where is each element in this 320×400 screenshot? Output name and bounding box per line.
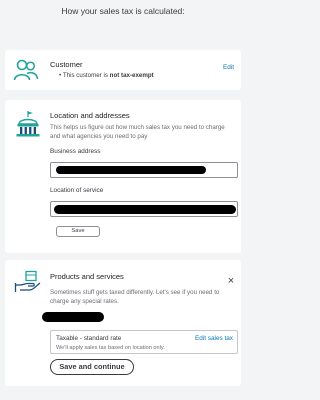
products-heading: Products and services <box>50 272 124 281</box>
page-title: How your sales tax is calculated: <box>61 6 185 16</box>
service-location-field[interactable] <box>50 201 238 217</box>
government-building-icon <box>16 111 40 137</box>
customer-status-prefix: This customer is <box>62 72 108 79</box>
rate-note: We'll apply sales tax based on location … <box>56 345 165 351</box>
products-card: Products and services × Sometimes stuff … <box>5 260 241 386</box>
people-icon <box>13 59 39 81</box>
package-hand-icon <box>14 270 41 292</box>
location-card: Location and addresses This helps us fig… <box>5 100 241 253</box>
edit-sales-tax-link[interactable]: Edit sales tax <box>195 335 233 342</box>
rate-title: Taxable - standard rate <box>56 335 122 342</box>
customer-heading: Customer <box>50 60 83 69</box>
redacted-business-address <box>56 166 206 174</box>
location-heading: Location and addresses <box>50 111 130 120</box>
sales-tax-panel: How your sales tax is calculated: Custom… <box>0 0 246 400</box>
customer-exempt-status: • This customer is not tax-exempt <box>59 72 154 79</box>
products-description: Sometimes stuff gets taxed differently. … <box>50 289 220 305</box>
customer-card: Customer • This customer is not tax-exem… <box>5 50 241 90</box>
redacted-product-name <box>42 312 104 322</box>
customer-status-value: not tax-exempt <box>109 72 154 79</box>
business-address-field[interactable] <box>50 162 238 178</box>
redacted-service-location <box>54 205 236 214</box>
service-location-label: Location of service <box>50 187 104 194</box>
tax-rate-box: Taxable - standard rate We'll apply sale… <box>50 330 238 354</box>
location-description: This helps us figure out how much sales … <box>50 124 225 140</box>
business-address-label: Business address <box>50 148 101 155</box>
close-icon[interactable]: × <box>226 276 236 287</box>
customer-edit-link[interactable]: Edit <box>223 64 234 71</box>
save-button[interactable]: Save <box>56 226 100 237</box>
save-and-continue-button[interactable]: Save and continue <box>50 359 134 375</box>
